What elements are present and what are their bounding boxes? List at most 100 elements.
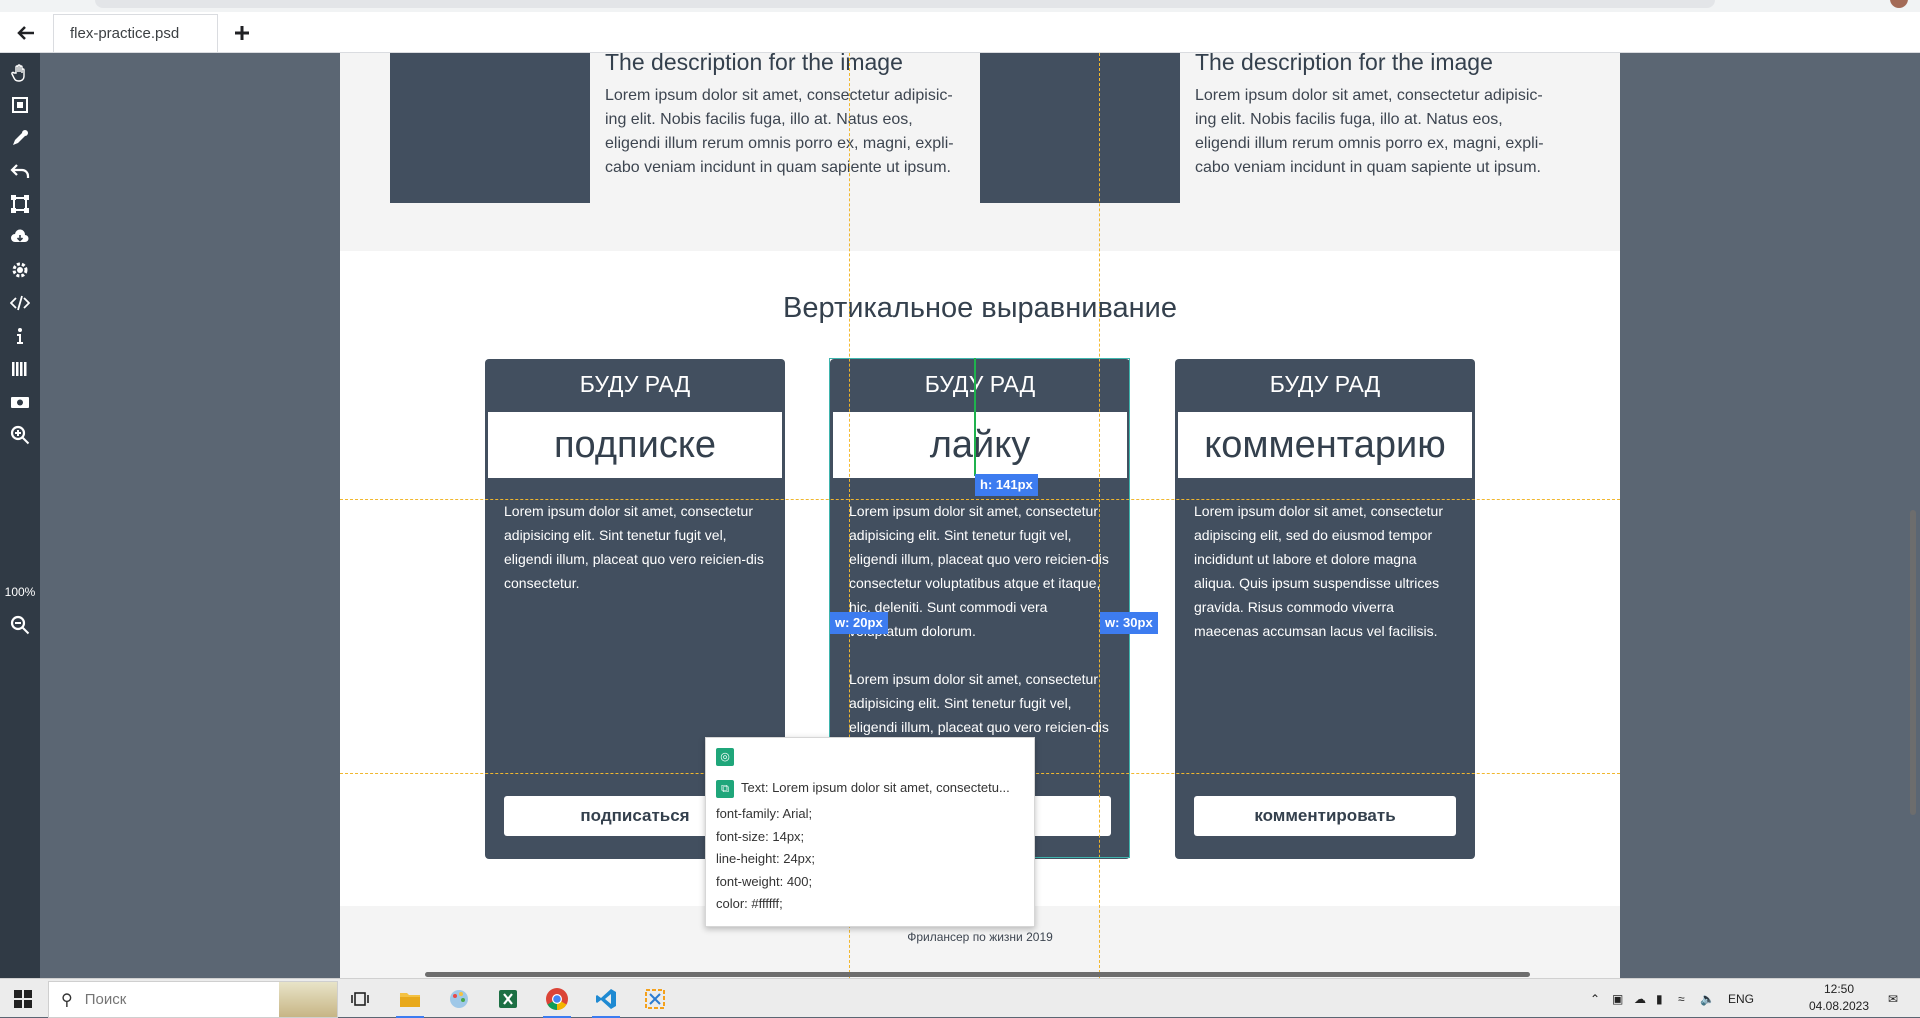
horizontal-scrollbar[interactable]	[425, 972, 1530, 977]
profile-avatar[interactable]	[1890, 0, 1908, 8]
notifications-icon[interactable]: ✉	[1888, 979, 1898, 1018]
left-width-tag: w: 20px	[830, 612, 888, 634]
taskbar-search[interactable]: ⚲	[48, 981, 338, 1018]
code-icon	[10, 295, 30, 311]
meet-now-icon[interactable]: ▣	[1612, 979, 1623, 1018]
excel-button[interactable]	[486, 979, 530, 1018]
card-word: подписке	[488, 412, 782, 478]
download-tool[interactable]	[0, 221, 40, 253]
height-measure-tag: h: 141px	[975, 474, 1038, 496]
vertical-scrollbar[interactable]	[1910, 510, 1916, 815]
undo-tool[interactable]	[0, 155, 40, 187]
section-title: Вертикальное выравнивание	[783, 292, 1177, 324]
search-highlight-image	[279, 982, 337, 1017]
eyedropper-tool[interactable]	[0, 122, 40, 154]
start-button[interactable]	[0, 979, 46, 1018]
vscode-button[interactable]	[584, 979, 628, 1018]
battery-icon[interactable]: ▮	[1656, 979, 1663, 1018]
address-bar[interactable]	[95, 0, 1715, 8]
file-explorer-button[interactable]	[388, 979, 432, 1018]
gallery-title: The description for the image	[605, 53, 903, 75]
tab-file-label: flex-practice.psd	[70, 25, 180, 42]
inspector-property: font-size: 14px;	[716, 829, 805, 844]
chrome-button[interactable]	[535, 979, 579, 1018]
measure-line	[974, 358, 976, 476]
search-input[interactable]	[82, 990, 237, 1009]
donate-tool[interactable]	[0, 386, 40, 418]
back-button[interactable]	[0, 12, 52, 53]
language-indicator[interactable]: ENG	[1728, 979, 1754, 1018]
inspector-property: line-height: 24px;	[716, 851, 816, 866]
chevron-up-icon[interactable]: ⌃	[1590, 979, 1600, 1018]
eyedropper-icon	[13, 130, 28, 145]
task-view-button[interactable]	[338, 979, 382, 1018]
gallery-image	[980, 53, 1180, 203]
inspector-text-label: Text: Lorem ipsum dolor sit amet, consec…	[741, 780, 1010, 795]
arrow-left-icon	[17, 25, 34, 40]
gallery-text: Lorem ipsum dolor sit amet, consectetur …	[1195, 87, 1544, 176]
crop-tool[interactable]	[0, 89, 40, 121]
inspector-property: color: #ffffff;	[716, 896, 783, 911]
comment-button[interactable]: комментировать	[1194, 796, 1456, 836]
card-heading: БУДУ РАД	[1269, 371, 1381, 397]
wifi-icon[interactable]: ≈	[1678, 979, 1685, 1018]
crop-icon	[12, 97, 28, 113]
card-word: комментарию	[1178, 412, 1472, 478]
grid-tool[interactable]	[0, 353, 40, 385]
card-paragraph: Lorem ipsum dolor sit amet, consectetur …	[504, 503, 764, 591]
clock-time: 12:50	[1823, 982, 1855, 996]
inspector-property: font-weight: 400;	[716, 874, 813, 889]
money-icon	[11, 397, 29, 408]
zoom-in-icon	[10, 425, 30, 445]
file-explorer-icon	[400, 992, 420, 1007]
zoom-in-tool[interactable]	[0, 419, 40, 451]
zoom-out-icon	[10, 615, 30, 635]
style-inspector-popup: ◎ ⧉ Text: Lorem ipsum dolor sit amet, co…	[705, 737, 1035, 927]
transform-icon	[11, 195, 29, 213]
transform-tool[interactable]	[0, 188, 40, 220]
browser-top-strip	[0, 0, 1920, 12]
card-paragraph: Lorem ipsum dolor sit amet, consectetur …	[1194, 503, 1443, 639]
gallery-text: Lorem ipsum dolor sit amet, consectetur …	[605, 87, 954, 176]
system-tray: ⌃ ▣ ☁ ▮ ≈ 🔈 ENG 12:50 04.08.2023 ✉	[1590, 979, 1920, 1018]
columns-icon	[12, 362, 27, 376]
clock[interactable]: 12:50 04.08.2023	[1802, 981, 1876, 1015]
card-text: Lorem ipsum dolor sit amet, consectetur …	[1194, 499, 1456, 667]
excel-icon	[499, 989, 517, 1008]
cloud-icon[interactable]: ☁	[1634, 979, 1646, 1018]
snipping-icon	[645, 988, 665, 1009]
info-icon	[17, 328, 23, 344]
code-tool[interactable]	[0, 287, 40, 319]
gallery-section: The description for the image Lorem ipsu…	[340, 53, 1620, 251]
zoom-out-tool[interactable]	[0, 609, 40, 641]
tab-bar	[0, 12, 1920, 53]
tool-sidebar: 100%	[0, 53, 40, 978]
right-width-tag: w: 30px	[1100, 612, 1158, 634]
search-icon: ⚲	[61, 991, 73, 1009]
snipping-button[interactable]	[633, 979, 677, 1018]
tab-file[interactable]: flex-practice.psd	[53, 14, 218, 52]
info-tool[interactable]	[0, 320, 40, 352]
footer-text: Фрилансер по жизни 2019	[907, 930, 1053, 944]
paint-button[interactable]	[437, 979, 481, 1018]
chrome-icon	[546, 987, 568, 1010]
cloud-download-icon	[11, 229, 29, 242]
hide-icon[interactable]: ◎	[716, 748, 734, 766]
task-view-icon	[351, 991, 369, 1006]
card-comment: БУДУ РАД комментарию Lorem ipsum dolor s…	[1175, 359, 1475, 859]
copy-icon[interactable]: ⧉	[716, 780, 734, 798]
add-tab-button[interactable]	[230, 12, 254, 53]
hand-tool[interactable]	[0, 57, 40, 89]
gallery-title: The description for the image	[1195, 53, 1493, 75]
hand-icon	[11, 64, 25, 82]
vscode-icon	[596, 988, 616, 1009]
clock-date: 04.08.2023	[1808, 999, 1870, 1013]
windows-icon	[14, 989, 32, 1008]
settings-tool[interactable]	[0, 254, 40, 286]
inspector-property: font-family: Arial;	[716, 806, 813, 821]
undo-icon	[10, 164, 30, 178]
zoom-level: 100%	[4, 585, 36, 599]
plus-icon	[235, 25, 249, 40]
gear-icon	[12, 262, 28, 278]
volume-icon[interactable]: 🔈	[1700, 979, 1715, 1018]
